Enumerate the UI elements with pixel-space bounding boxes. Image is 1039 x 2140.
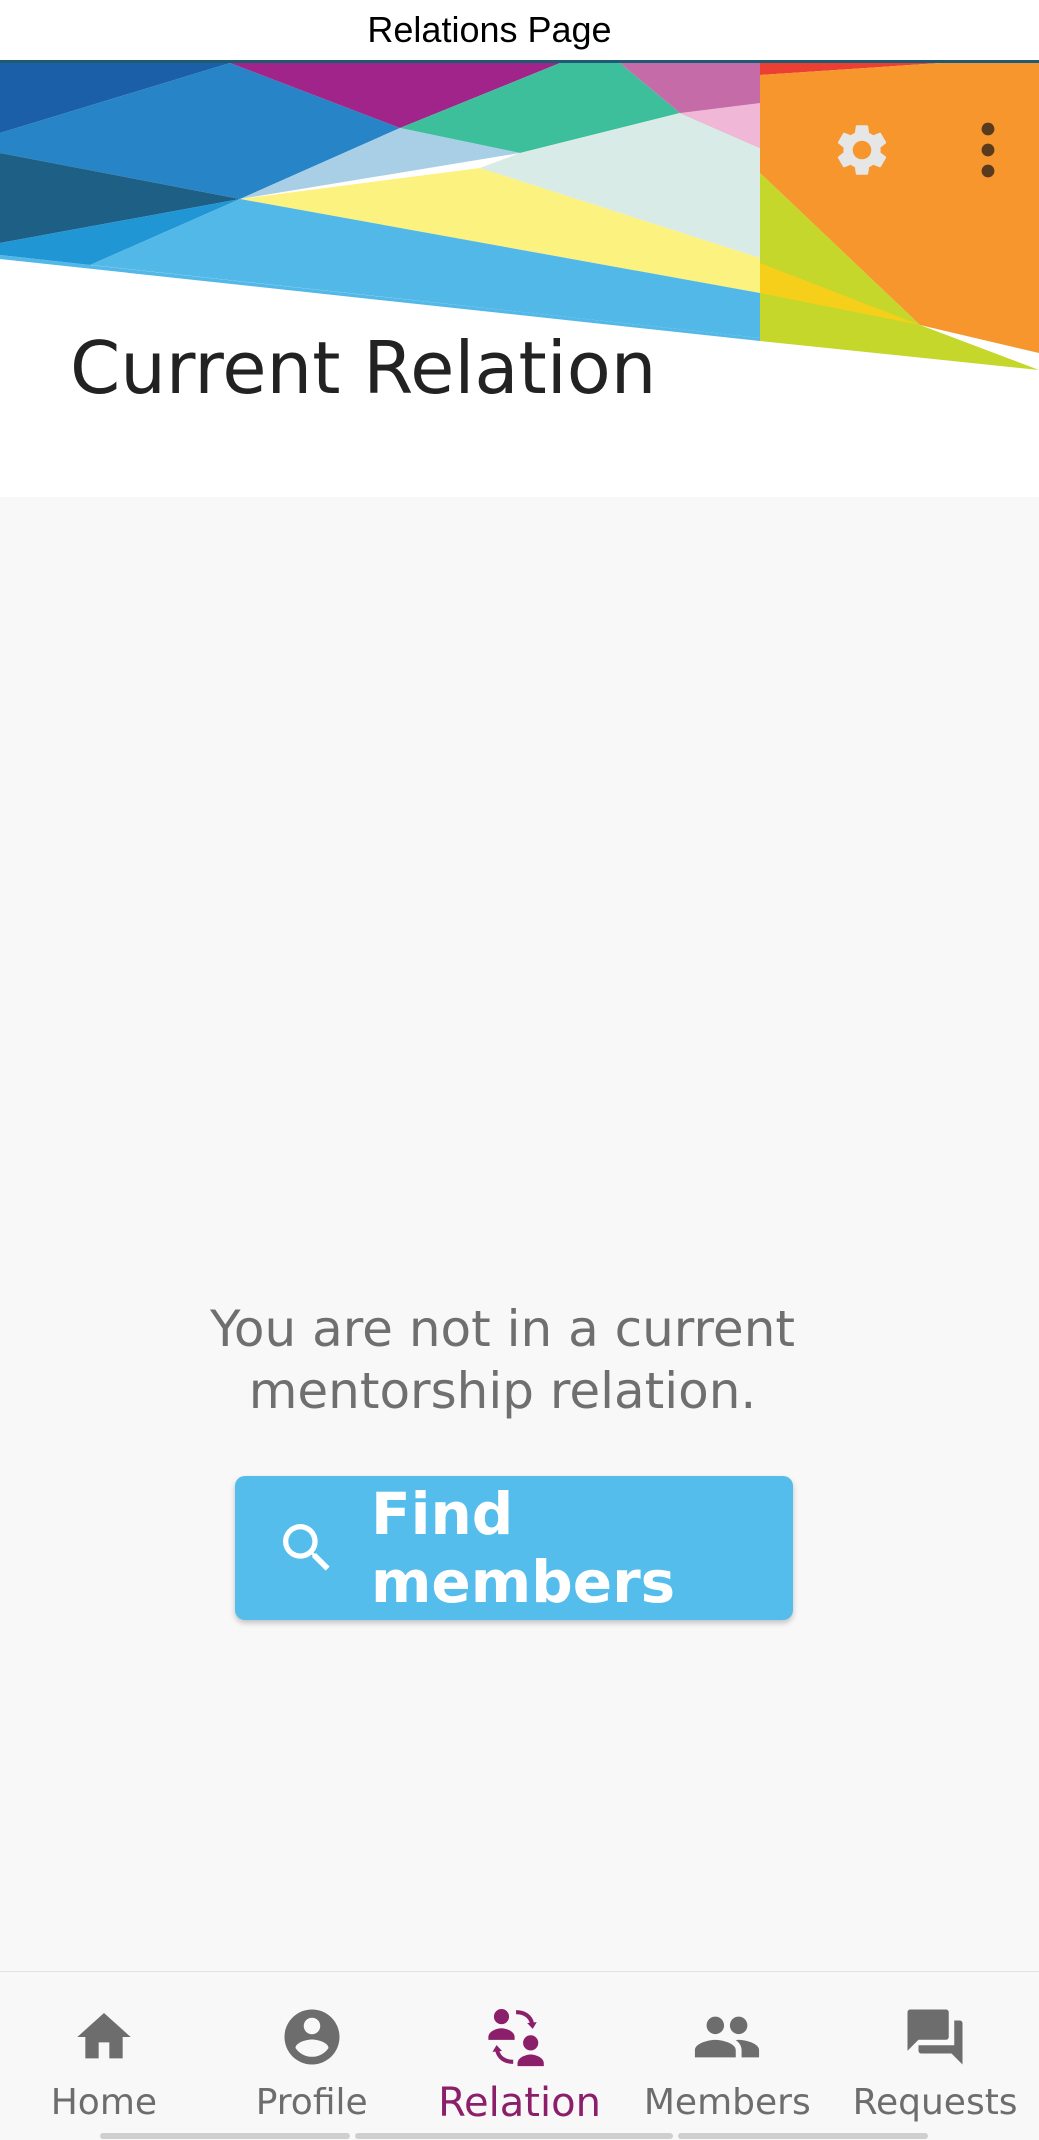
- nav-item-members[interactable]: Members: [623, 1972, 831, 2140]
- account-circle-icon: [277, 2002, 347, 2072]
- people-icon: [692, 2002, 762, 2072]
- more-options-button[interactable]: [958, 114, 1018, 186]
- page-title: Current Relation: [70, 326, 657, 410]
- find-members-label: Find members: [371, 1480, 676, 1616]
- empty-state-message: You are not in a current mentorship rela…: [210, 1300, 795, 1420]
- bottom-navigation: Home Profile Relation Members Requests: [0, 1971, 1039, 2140]
- scroll-indicator: [355, 2133, 673, 2139]
- nav-label-profile: Profile: [255, 2082, 368, 2123]
- nav-item-home[interactable]: Home: [0, 1972, 208, 2140]
- nav-item-profile[interactable]: Profile: [208, 1972, 416, 2140]
- nav-label-home: Home: [50, 2082, 158, 2123]
- nav-item-requests[interactable]: Requests: [831, 1972, 1039, 2140]
- nav-label-requests: Requests: [852, 2082, 1018, 2123]
- home-icon: [69, 2002, 139, 2072]
- forum-icon: [900, 2002, 970, 2072]
- window-titlebar: Relations Page: [0, 0, 1039, 63]
- gear-icon: [837, 125, 887, 175]
- nav-label-relation: Relation: [438, 2080, 601, 2126]
- more-vert-icon: [981, 122, 995, 178]
- nav-item-relation[interactable]: Relation: [416, 1972, 624, 2140]
- window-title: Relations Page: [367, 9, 612, 50]
- settings-button[interactable]: [826, 114, 898, 186]
- search-icon: [275, 1516, 339, 1580]
- find-members-button[interactable]: Find members: [235, 1476, 793, 1620]
- scroll-indicator: [100, 2133, 350, 2139]
- nav-label-members: Members: [643, 2082, 811, 2123]
- scroll-indicator: [678, 2133, 928, 2139]
- relation-swap-icon: [484, 2002, 554, 2072]
